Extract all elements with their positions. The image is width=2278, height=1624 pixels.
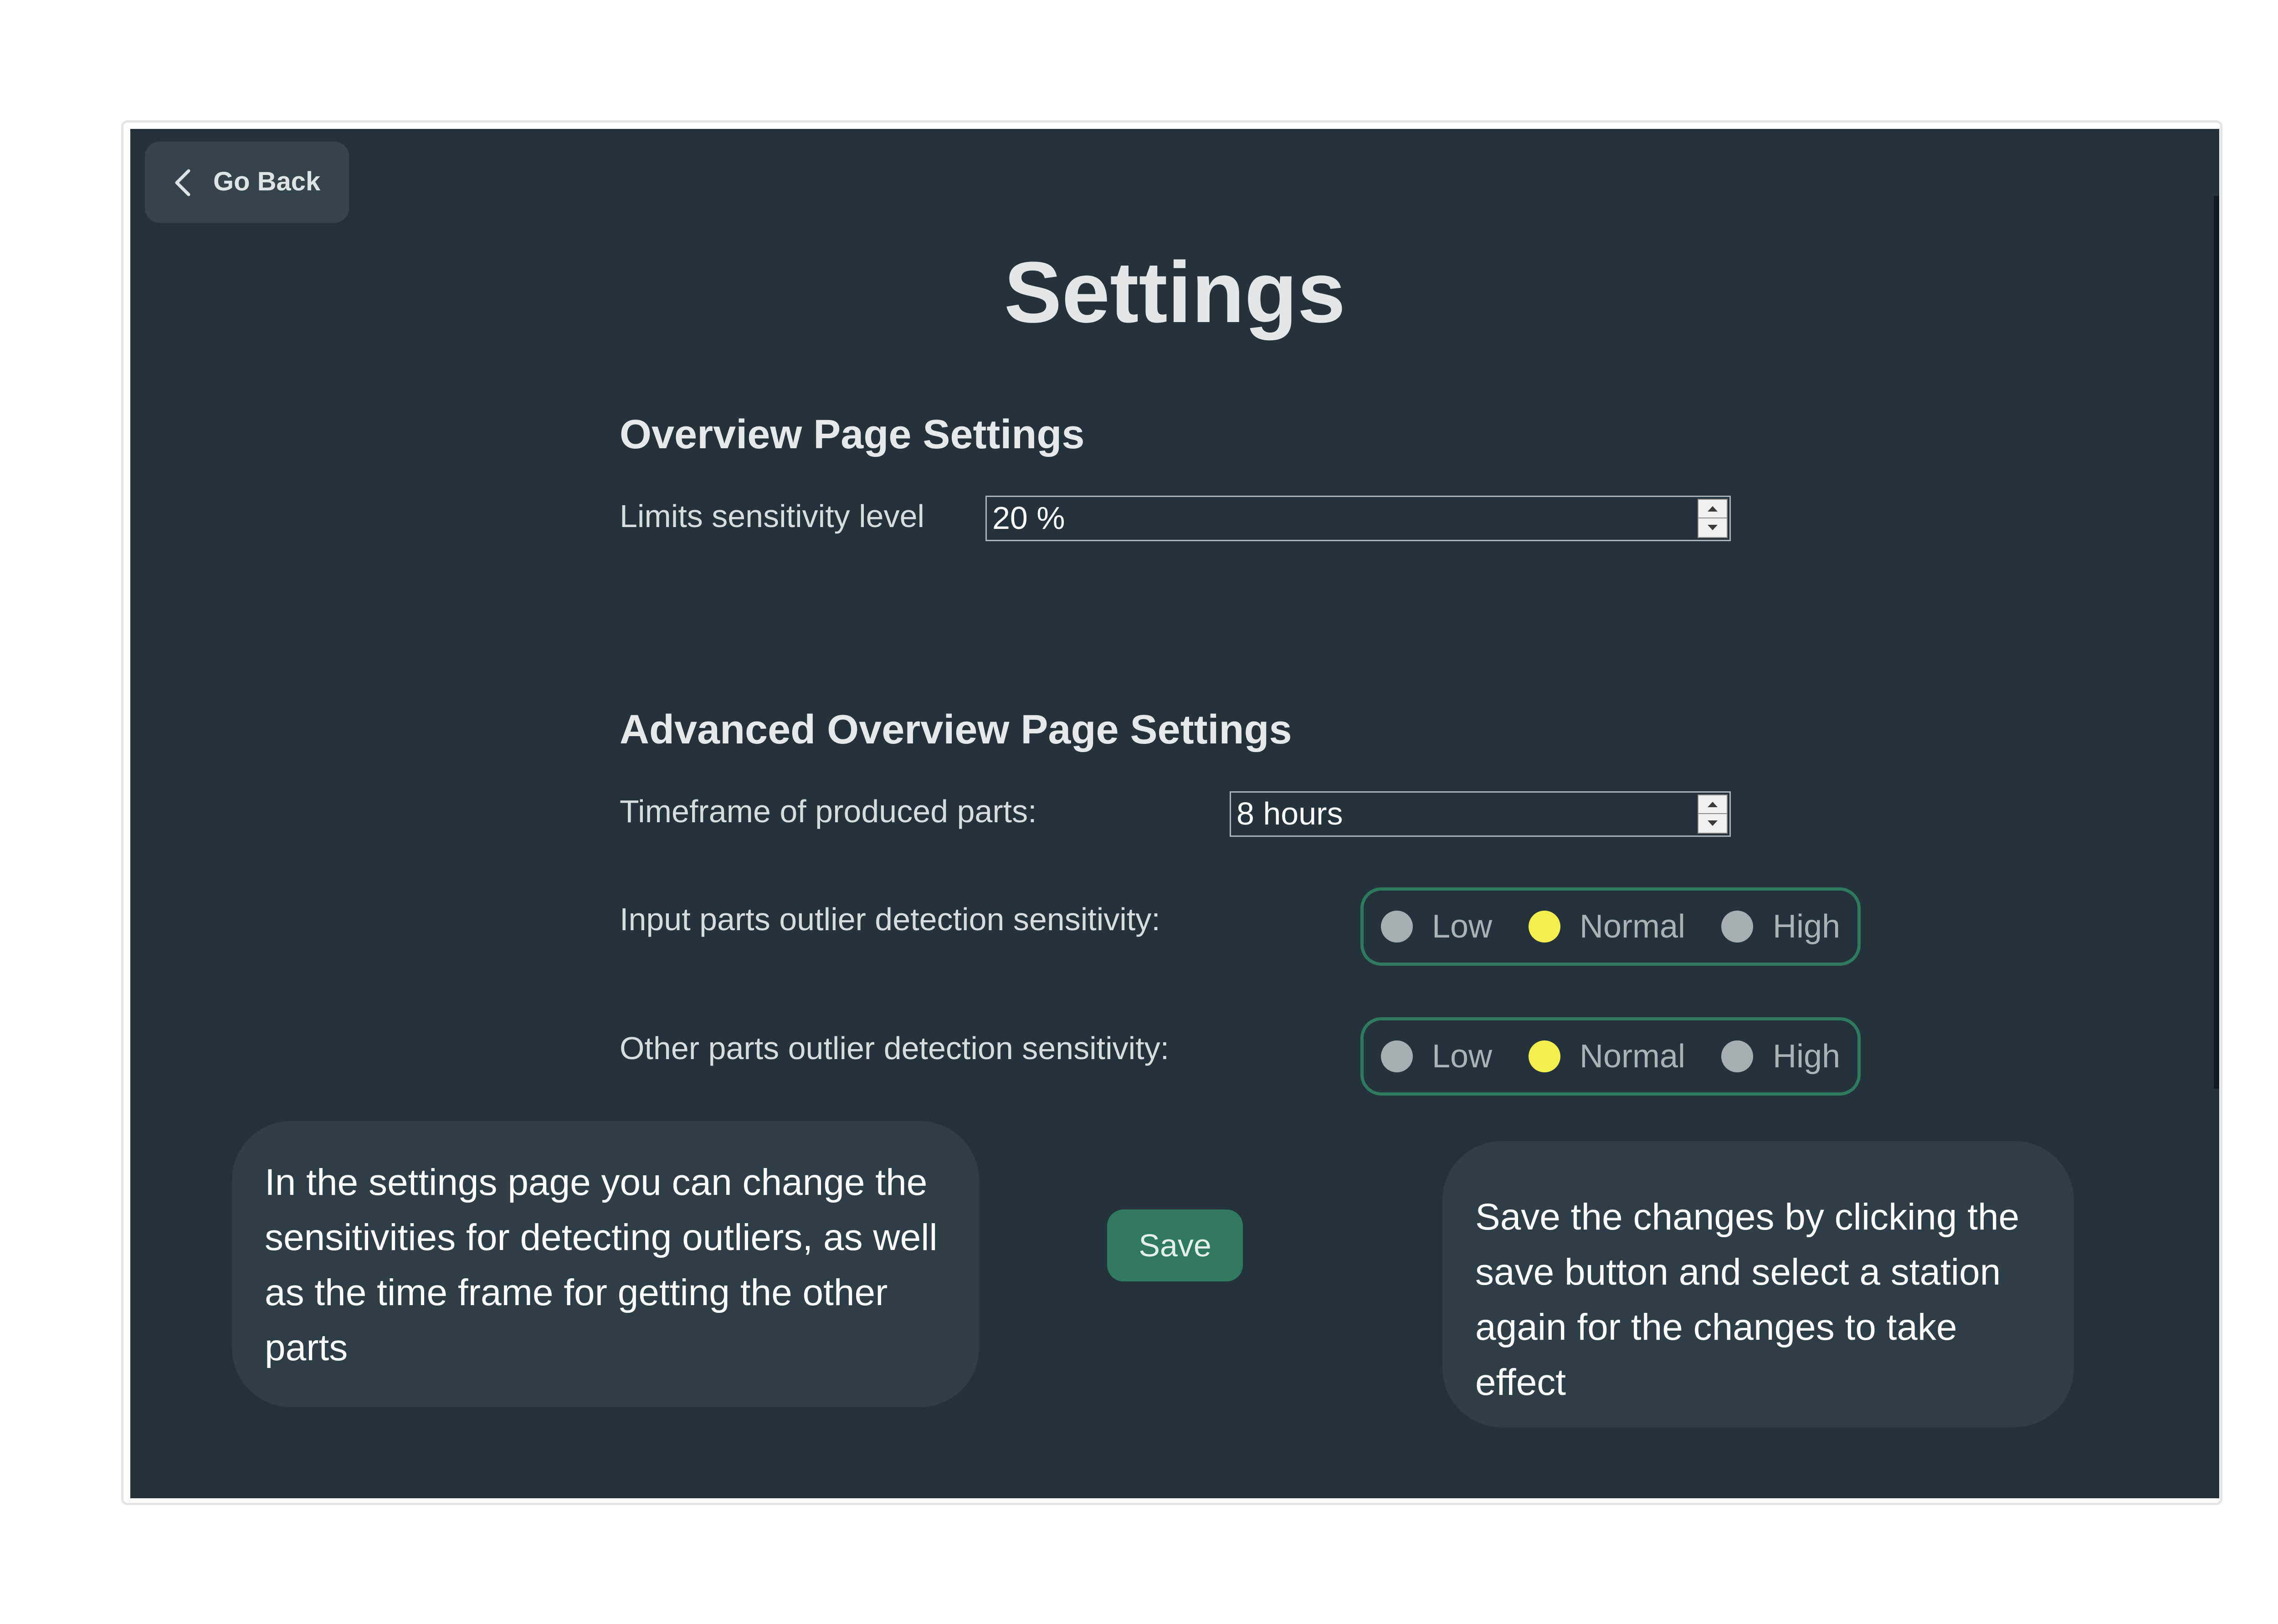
timeframe-stepper[interactable] [1698, 794, 1728, 834]
increment-button[interactable] [1698, 500, 1727, 518]
radio-button-icon [1529, 1040, 1560, 1072]
limits-sensitivity-value: 20 % [992, 500, 1065, 536]
arrow-down-icon [1708, 820, 1718, 826]
advanced-settings-heading: Advanced Overview Page Settings [620, 707, 1292, 753]
input-parts-sensitivity-label: Input parts outlier detection sensitivit… [620, 902, 1160, 937]
radio-option-label: High [1773, 1038, 1841, 1075]
overview-settings-heading: Overview Page Settings [620, 412, 1085, 457]
timeframe-spinbox[interactable]: 8 hours [1230, 791, 1731, 837]
window-edge-shadow [2214, 196, 2219, 1089]
radio-button-icon [1381, 911, 1413, 943]
radio-option-label: Low [1432, 908, 1493, 945]
arrow-down-icon [1708, 525, 1718, 530]
arrow-up-icon [1708, 506, 1718, 512]
radio-option-label: Normal [1580, 1038, 1686, 1075]
decrement-button[interactable] [1698, 814, 1727, 833]
arrow-up-icon [1708, 802, 1718, 807]
timeframe-label: Timeframe of produced parts: [620, 794, 1037, 829]
help-callout-right: Save the changes by clicking the save bu… [1442, 1141, 2074, 1427]
page-title: Settings [1004, 244, 1346, 341]
radio-option-label: High [1773, 908, 1841, 945]
radio-button-icon [1529, 911, 1560, 943]
increment-button[interactable] [1698, 795, 1727, 814]
other-parts-sensitivity-radio-group: Low Normal High [1360, 1017, 1861, 1096]
input-parts-sensitivity-radio-group: Low Normal High [1360, 887, 1861, 966]
timeframe-value: 8 hours [1236, 796, 1343, 831]
settings-window: Go Back Settings Overview Page Settings … [130, 129, 2219, 1498]
chevron-left-icon [175, 169, 190, 196]
limits-sensitivity-stepper[interactable] [1698, 499, 1728, 538]
radio-button-icon [1381, 1040, 1413, 1072]
radio-option-label: Low [1432, 1038, 1493, 1075]
limits-sensitivity-label: Limits sensitivity level [620, 498, 925, 534]
other-parts-sensitivity-label: Other parts outlier detection sensitivit… [620, 1030, 1170, 1066]
radio-button-icon [1721, 1040, 1753, 1072]
radio-option-label: Normal [1580, 908, 1686, 945]
limits-sensitivity-spinbox[interactable]: 20 % [985, 496, 1731, 541]
go-back-button[interactable]: Go Back [145, 142, 349, 223]
decrement-button[interactable] [1698, 518, 1727, 537]
radio-button-icon [1721, 911, 1753, 943]
save-button[interactable]: Save [1107, 1209, 1243, 1281]
help-callout-left: In the settings page you can change the … [232, 1121, 979, 1407]
go-back-label: Go Back [213, 167, 321, 196]
